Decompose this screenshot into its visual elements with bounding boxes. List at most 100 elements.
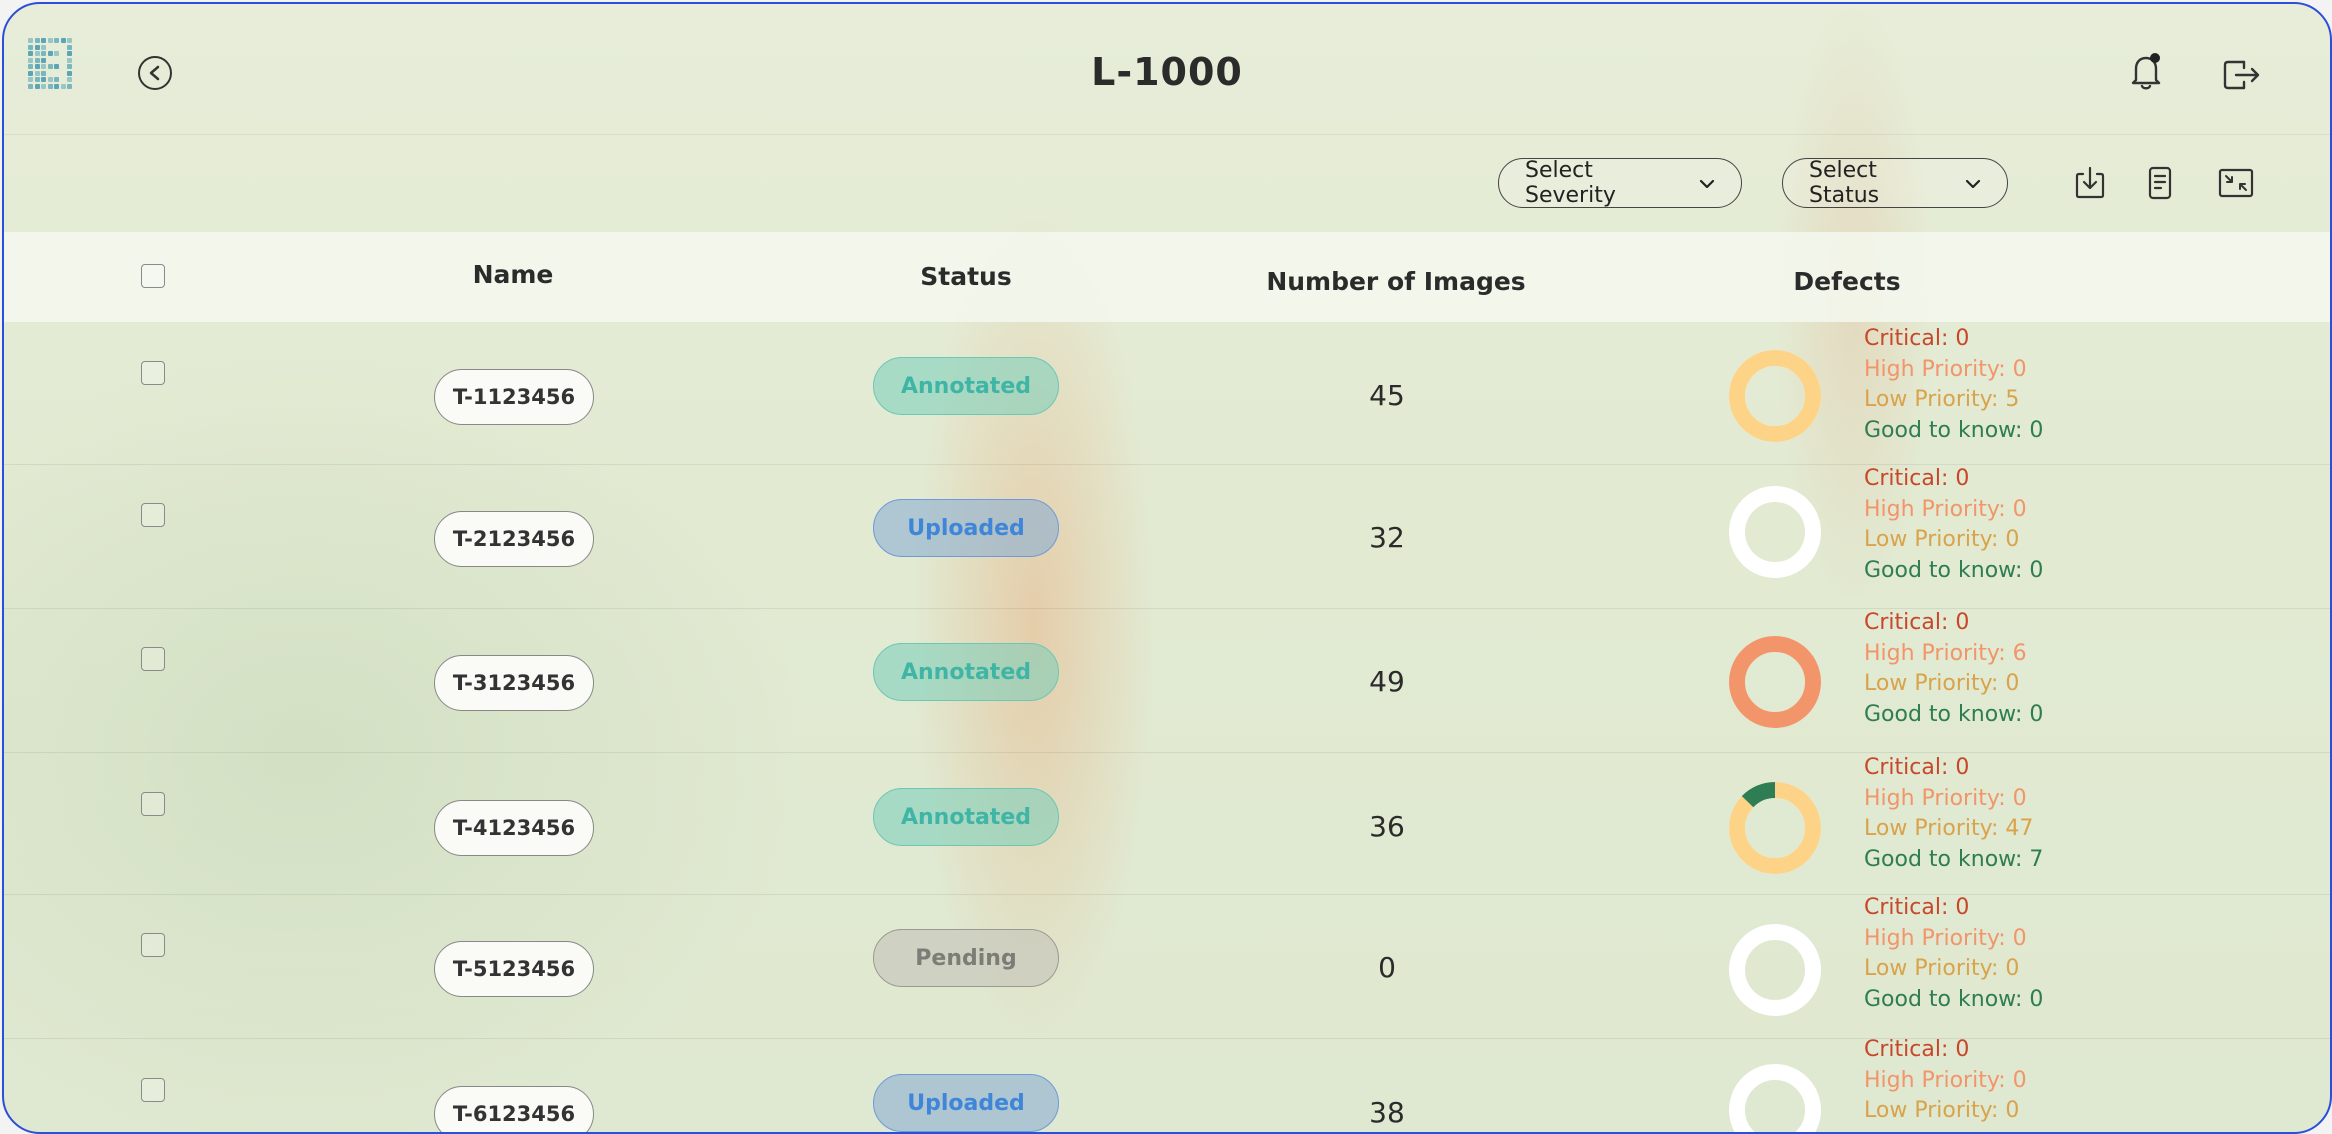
row-defect-summary: Critical: 0 High Priority: 0 Low Priority:… xyxy=(1864,1035,2027,1127)
defect-label-critical: Critical: xyxy=(1864,895,1956,920)
defect-line-good: Good to know: 0 xyxy=(1864,556,2043,587)
table-row[interactable]: T-3123456 Annotated 49 Critical: 0 High Prio… xyxy=(4,608,2330,753)
column-header-status[interactable]: Status xyxy=(920,262,1011,291)
defect-line-high: High Priority: 0 xyxy=(1864,495,2043,526)
table-header: Name Status Number of Images Defects xyxy=(4,232,2330,322)
row-name-pill[interactable]: T-4123456 xyxy=(434,800,594,856)
defect-line-high: High Priority: 0 xyxy=(1864,355,2043,386)
defect-label-good: Good to know: xyxy=(1864,846,2030,872)
row-checkbox[interactable] xyxy=(141,361,165,385)
defect-line-low: Low Priority: 0 xyxy=(1864,525,2043,556)
donut-empty-ring xyxy=(1729,1064,1821,1132)
defect-label-critical: Critical: xyxy=(1864,466,1956,491)
defect-count-good: 0 xyxy=(2029,986,2044,1012)
row-image-count: 49 xyxy=(1369,665,1405,698)
status-select-label: Select Status xyxy=(1809,158,1880,208)
row-status-badge: Annotated xyxy=(873,788,1059,846)
filter-toolbar: Select Severity Select Status xyxy=(4,134,2330,232)
defect-count-high: 0 xyxy=(2012,356,2027,382)
row-defect-summary: Critical: 0 High Priority: 0 Low Priority:… xyxy=(1864,893,2043,1015)
donut-empty-ring xyxy=(1729,486,1821,578)
row-name-pill[interactable]: T-6123456 xyxy=(434,1086,594,1132)
notification-bell-icon[interactable] xyxy=(2128,52,2164,92)
defect-label-critical: Critical: xyxy=(1864,326,1956,351)
top-bar: L-1000 xyxy=(4,4,2330,135)
defect-count-low: 0 xyxy=(2005,956,2020,981)
collapse-fullscreen-icon[interactable] xyxy=(2216,164,2256,202)
table-row[interactable]: T-6123456 Uploaded 38 Critical: 0 High Prior… xyxy=(4,1035,2330,1132)
defect-line-good: Good to know: 7 xyxy=(1864,845,2043,876)
row-name-pill[interactable]: T-5123456 xyxy=(434,941,594,997)
defect-count-good: 0 xyxy=(2029,417,2044,443)
defects-donut-chart xyxy=(1729,636,1821,728)
table-row[interactable]: T-5123456 Pending 0 Critical: 0 High Priorit… xyxy=(4,894,2330,1039)
row-status-badge: Uploaded xyxy=(873,1074,1059,1132)
download-icon[interactable] xyxy=(2072,164,2108,202)
defect-label-low: Low Priority: xyxy=(1864,816,2006,841)
defects-donut-chart xyxy=(1729,1064,1821,1132)
column-header-defects[interactable]: Defects xyxy=(1793,267,1900,296)
row-status-badge: Annotated xyxy=(873,357,1059,415)
defect-line-critical: Critical: 0 xyxy=(1864,1035,2027,1066)
row-checkbox[interactable] xyxy=(141,1078,165,1102)
table-row[interactable]: T-4123456 Annotated 36 Critical: 0 High Prio… xyxy=(4,752,2330,895)
defect-label-low: Low Priority: xyxy=(1864,671,2006,696)
defect-count-low: 47 xyxy=(2005,816,2034,841)
defect-label-critical: Critical: xyxy=(1864,610,1956,635)
defect-line-good: Good to know: 0 xyxy=(1864,416,2043,447)
row-name-pill[interactable]: T-1123456 xyxy=(434,369,594,425)
defect-label-high: High Priority: xyxy=(1864,356,2013,382)
row-name-pill[interactable]: T-2123456 xyxy=(434,511,594,567)
defect-count-low: 0 xyxy=(2005,527,2020,552)
logout-icon[interactable] xyxy=(2222,56,2262,94)
defect-count-high: 0 xyxy=(2012,1067,2027,1093)
row-checkbox[interactable] xyxy=(141,647,165,671)
table-row[interactable]: T-2123456 Uploaded 32 Critical: 0 High Prior… xyxy=(4,464,2330,609)
defect-label-good: Good to know: xyxy=(1864,557,2030,583)
table-row[interactable]: T-1123456 Annotated 45 Critical: 0 High Prio… xyxy=(4,322,2330,465)
defect-line-low: Low Priority: 0 xyxy=(1864,669,2043,700)
defect-label-high: High Priority: xyxy=(1864,785,2013,811)
row-status-badge: Annotated xyxy=(873,643,1059,701)
defect-line-good: Good to know: 0 xyxy=(1864,985,2043,1016)
select-all-checkbox[interactable] xyxy=(141,264,165,288)
defect-label-good: Good to know: xyxy=(1864,417,2030,443)
report-document-icon[interactable] xyxy=(2142,164,2178,202)
row-image-count: 45 xyxy=(1369,379,1405,412)
row-defect-summary: Critical: 0 High Priority: 0 Low Priority:… xyxy=(1864,324,2043,446)
defect-label-high: High Priority: xyxy=(1864,496,2013,522)
defect-count-critical: 0 xyxy=(1955,755,1970,780)
defect-count-critical: 0 xyxy=(1955,1037,1970,1062)
status-select[interactable]: Select Status xyxy=(1782,158,2008,208)
defect-count-low: 0 xyxy=(2005,671,2020,696)
defect-count-low: 0 xyxy=(2005,1098,2020,1123)
donut-empty-ring xyxy=(1729,924,1821,1016)
row-image-count: 38 xyxy=(1369,1096,1405,1129)
severity-select-label: Select Severity xyxy=(1525,158,1616,208)
defect-count-good: 0 xyxy=(2029,701,2044,727)
defect-label-good: Good to know: xyxy=(1864,701,2030,727)
row-status-badge: Pending xyxy=(873,929,1059,987)
defect-line-low: Low Priority: 5 xyxy=(1864,385,2043,416)
defect-line-low: Low Priority: 47 xyxy=(1864,814,2043,845)
defect-line-low: Low Priority: 0 xyxy=(1864,1096,2027,1127)
defects-donut-chart xyxy=(1729,350,1821,442)
row-name-pill[interactable]: T-3123456 xyxy=(434,655,594,711)
row-checkbox[interactable] xyxy=(141,933,165,957)
row-defect-summary: Critical: 0 High Priority: 6 Low Priority:… xyxy=(1864,608,2043,730)
severity-select[interactable]: Select Severity xyxy=(1498,158,1742,208)
defect-label-critical: Critical: xyxy=(1864,1037,1956,1062)
app-window: L-1000 Select Severity Select Status Nam… xyxy=(2,2,2332,1134)
column-header-name[interactable]: Name xyxy=(473,260,554,289)
donut-segment-low xyxy=(1729,350,1821,442)
row-checkbox[interactable] xyxy=(141,792,165,816)
row-checkbox[interactable] xyxy=(141,503,165,527)
chevron-down-icon xyxy=(1699,173,1715,194)
defect-count-critical: 0 xyxy=(1955,610,1970,635)
column-header-images[interactable]: Number of Images xyxy=(1266,267,1525,296)
chevron-down-icon xyxy=(1965,173,1981,194)
defect-label-high: High Priority: xyxy=(1864,925,2013,951)
defect-label-low: Low Priority: xyxy=(1864,1098,2006,1123)
defects-donut-chart xyxy=(1729,924,1821,1016)
defect-count-high: 0 xyxy=(2012,925,2027,951)
